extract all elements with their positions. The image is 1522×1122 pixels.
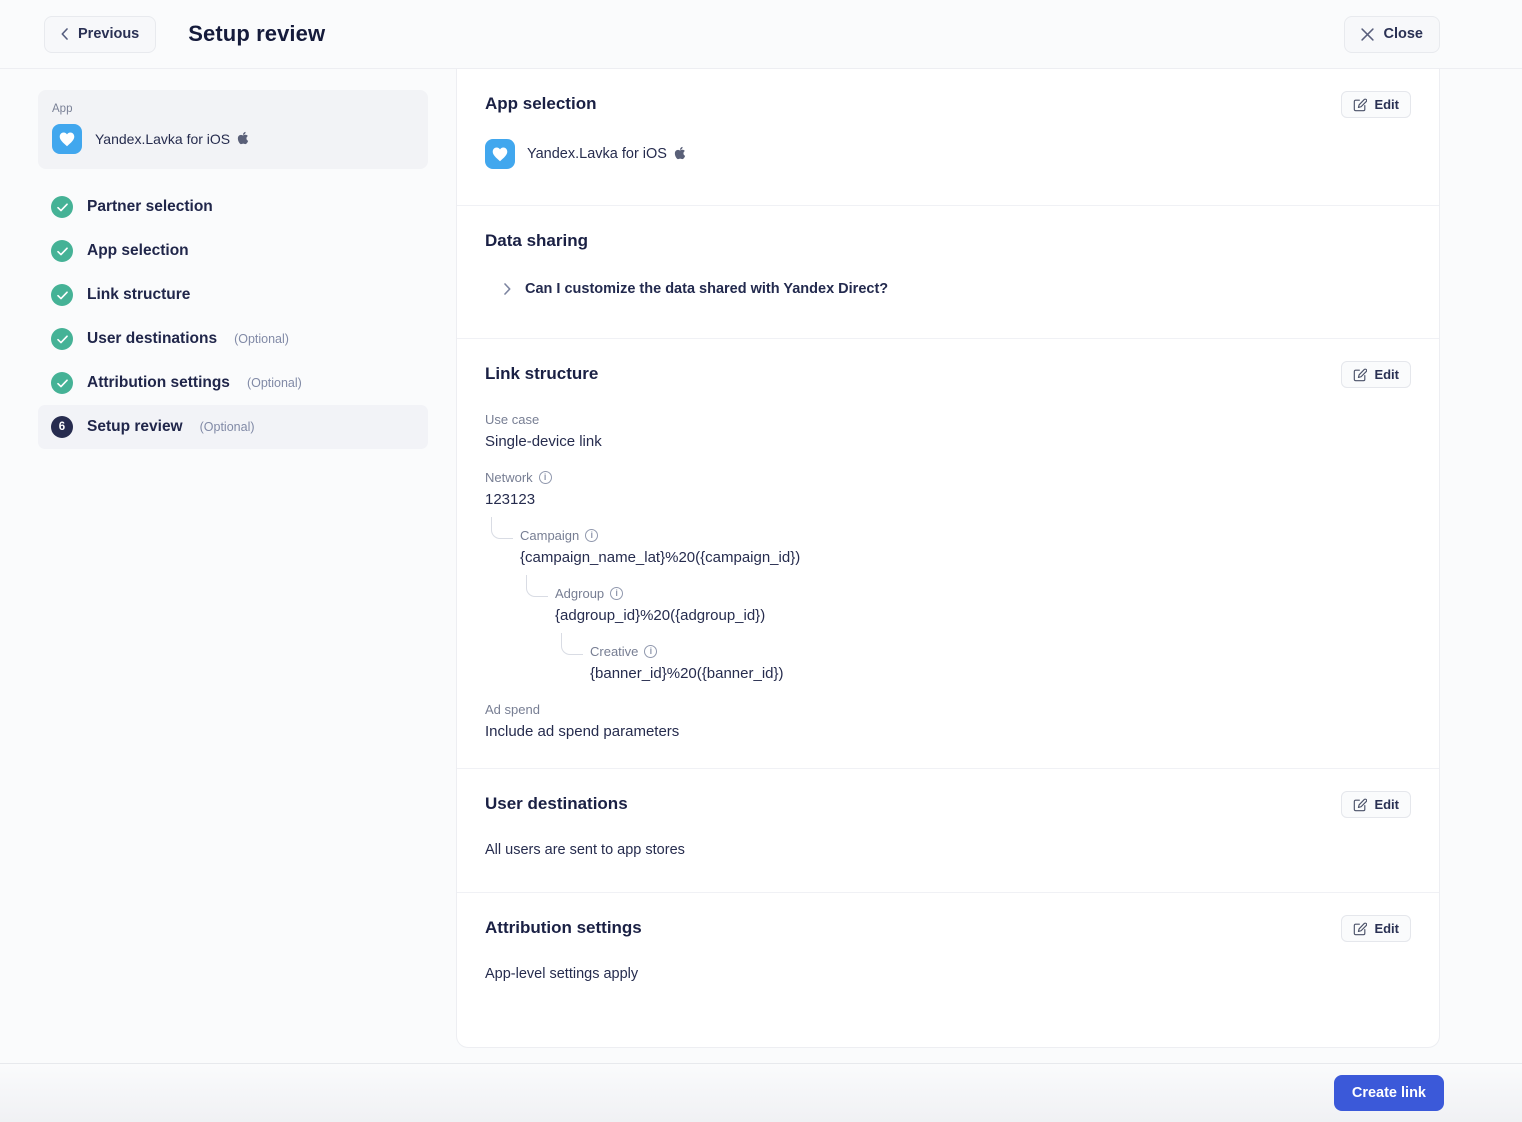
section-user-destinations: User destinations Edit All users are sen… (457, 769, 1439, 893)
edit-icon (1353, 368, 1367, 382)
attribution-settings-value: App-level settings apply (485, 966, 1411, 988)
adgroup-value: {adgroup_id}%20({adgroup_id}) (555, 607, 1411, 624)
apple-icon (237, 131, 249, 145)
sidebar-item-app-selection[interactable]: App selection (38, 229, 428, 273)
section-title: Attribution settings (485, 915, 642, 938)
tree-node-adgroup: Adgroup i {adgroup_id}%20({adgroup_id}) (555, 586, 1411, 624)
top-bar: Previous Setup review Close (0, 0, 1522, 69)
section-title: Data sharing (485, 228, 588, 251)
app-card: App Yandex.Lavka for iOS (38, 90, 428, 169)
section-app-selection: App selection Edit Yandex.Lavka for iOS (457, 69, 1439, 206)
review-panel: App selection Edit Yandex.Lavka for iOS (456, 69, 1440, 1048)
data-sharing-faq-toggle[interactable]: Can I customize the data shared with Yan… (504, 281, 1411, 310)
section-data-sharing: Data sharing Can I customize the data sh… (457, 206, 1439, 339)
section-link-structure: Link structure Edit Use case Single-devi… (457, 339, 1439, 769)
section-title: User destinations (485, 791, 628, 814)
step-label: Link structure (87, 286, 190, 304)
tree-node-campaign: Campaign i {campaign_name_lat}%20({campa… (520, 528, 1411, 566)
section-title: Link structure (485, 361, 598, 384)
use-case-value: Single-device link (485, 433, 1411, 450)
info-icon[interactable]: i (539, 471, 552, 484)
sidebar-item-attribution-settings[interactable]: Attribution settings (Optional) (38, 361, 428, 405)
close-icon (1361, 28, 1374, 41)
previous-label: Previous (78, 26, 139, 42)
network-value: 123123 (485, 491, 1411, 508)
step-number-badge: 6 (51, 416, 73, 438)
ad-spend-value: Include ad spend parameters (485, 723, 1411, 740)
info-icon[interactable]: i (644, 645, 657, 658)
section-title: App selection (485, 91, 596, 114)
apple-icon (674, 146, 686, 160)
edit-label: Edit (1374, 797, 1399, 812)
check-icon (51, 372, 73, 394)
edit-link-structure-button[interactable]: Edit (1341, 361, 1411, 388)
check-icon (51, 328, 73, 350)
step-label: Attribution settings (87, 374, 230, 392)
adgroup-label: Adgroup (555, 586, 604, 601)
check-icon (51, 284, 73, 306)
check-icon (51, 196, 73, 218)
creative-value: {banner_id}%20({banner_id}) (590, 665, 1411, 682)
edit-label: Edit (1374, 921, 1399, 936)
sidebar-item-link-structure[interactable]: Link structure (38, 273, 428, 317)
app-card-label: App (52, 103, 414, 115)
creative-label: Creative (590, 644, 638, 659)
steps-sidebar: App Yandex.Lavka for iOS Partner selecti… (0, 69, 456, 449)
step-label: Partner selection (87, 198, 213, 216)
chevron-right-icon (504, 283, 511, 295)
app-name: Yandex.Lavka for iOS (95, 131, 230, 147)
sidebar-item-user-destinations[interactable]: User destinations (Optional) (38, 317, 428, 361)
sidebar-item-partner-selection[interactable]: Partner selection (38, 185, 428, 229)
edit-icon (1353, 922, 1367, 936)
edit-user-destinations-button[interactable]: Edit (1341, 791, 1411, 818)
edit-label: Edit (1374, 97, 1399, 112)
close-label: Close (1384, 26, 1424, 42)
selected-app-name: Yandex.Lavka for iOS (527, 146, 667, 162)
tree-node-creative: Creative i {banner_id}%20({banner_id}) (590, 644, 1411, 682)
step-list: Partner selection App selection Link str… (38, 185, 428, 449)
app-logo-icon (485, 139, 515, 169)
previous-button[interactable]: Previous (44, 16, 156, 53)
step-optional-tag: (Optional) (200, 420, 255, 434)
campaign-value: {campaign_name_lat}%20({campaign_id}) (520, 549, 1411, 566)
footer-bar: Create link (0, 1063, 1522, 1122)
step-label: User destinations (87, 330, 217, 348)
edit-attribution-settings-button[interactable]: Edit (1341, 915, 1411, 942)
step-label: App selection (87, 242, 189, 260)
campaign-label: Campaign (520, 528, 579, 543)
info-icon[interactable]: i (610, 587, 623, 600)
edit-icon (1353, 98, 1367, 112)
info-icon[interactable]: i (585, 529, 598, 542)
network-label: Network (485, 470, 533, 485)
close-button[interactable]: Close (1344, 16, 1441, 53)
app-logo-icon (52, 124, 82, 154)
edit-label: Edit (1374, 367, 1399, 382)
edit-icon (1353, 798, 1367, 812)
check-icon (51, 240, 73, 262)
sidebar-item-setup-review[interactable]: 6 Setup review (Optional) (38, 405, 428, 449)
create-link-button[interactable]: Create link (1334, 1075, 1444, 1111)
edit-app-selection-button[interactable]: Edit (1341, 91, 1411, 118)
step-label: Setup review (87, 418, 183, 436)
section-attribution-settings: Attribution settings Edit App-level sett… (457, 893, 1439, 1016)
faq-question: Can I customize the data shared with Yan… (525, 281, 888, 297)
page-title: Setup review (188, 21, 325, 47)
chevron-left-icon (61, 28, 68, 40)
step-optional-tag: (Optional) (234, 332, 289, 346)
user-destinations-value: All users are sent to app stores (485, 842, 1411, 864)
step-optional-tag: (Optional) (247, 376, 302, 390)
ad-spend-label: Ad spend (485, 702, 1411, 717)
use-case-label: Use case (485, 412, 1411, 427)
